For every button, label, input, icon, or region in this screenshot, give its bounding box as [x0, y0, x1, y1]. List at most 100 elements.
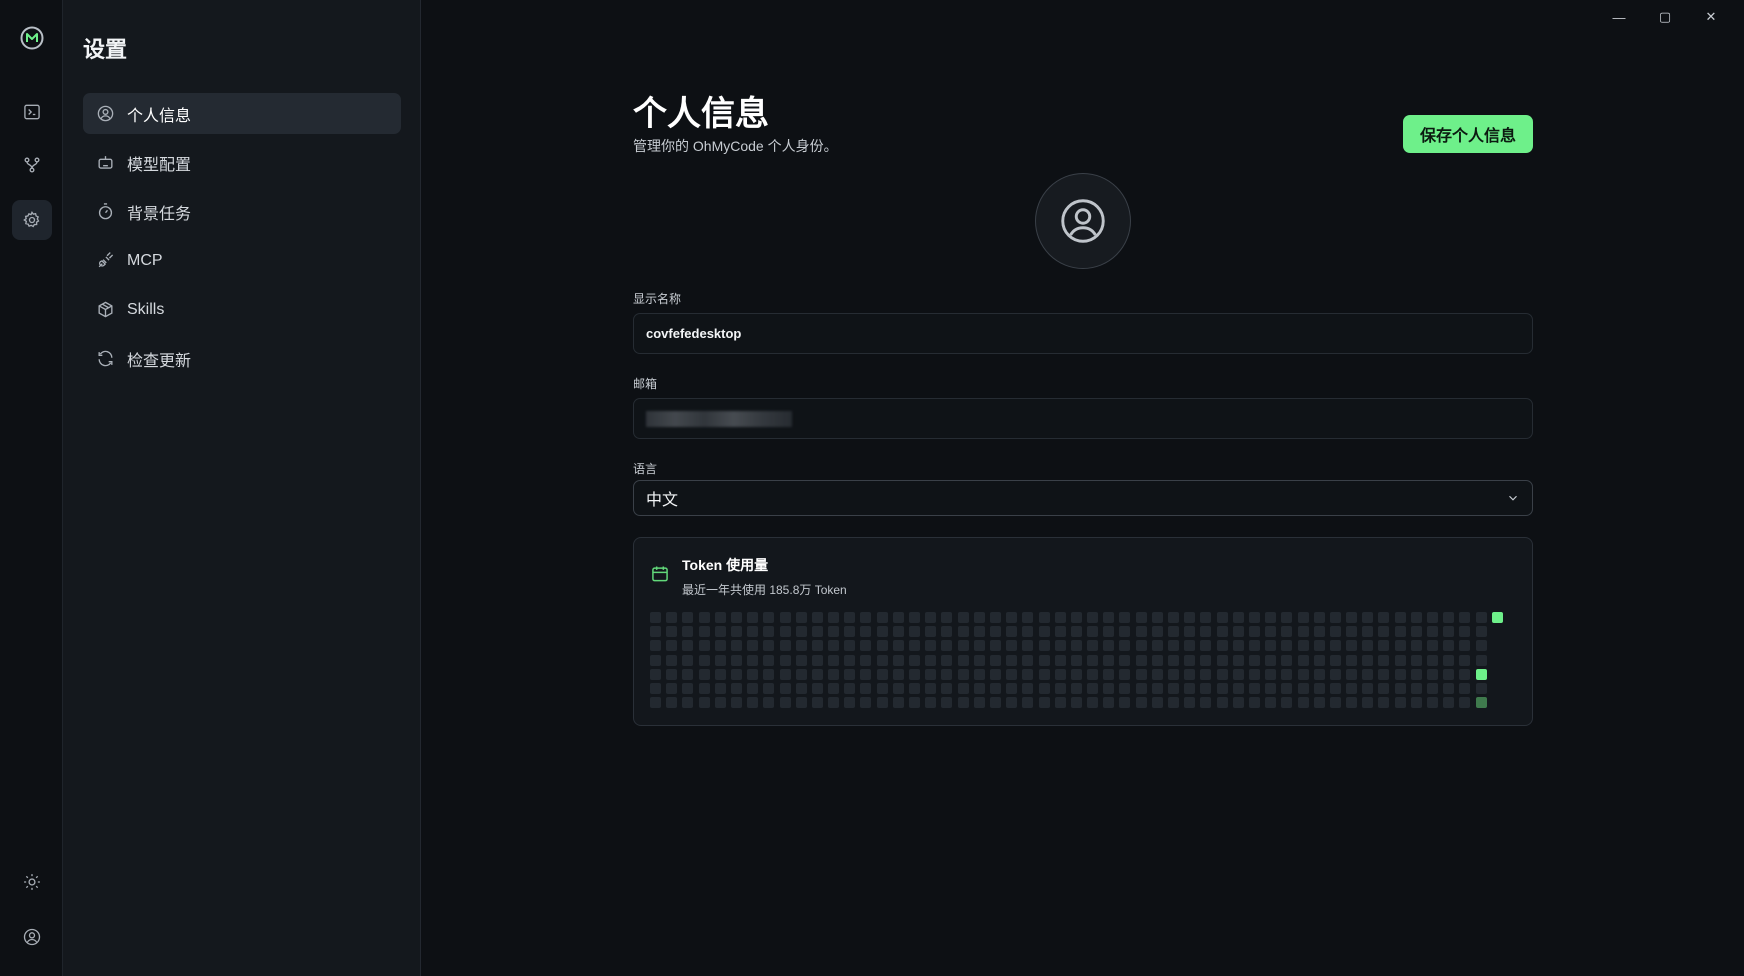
heatmap-cell [828, 697, 840, 709]
heatmap-cell [925, 682, 937, 694]
heatmap-cell [1216, 697, 1228, 709]
heatmap-cell [989, 640, 1001, 652]
heatmap-cell [1006, 668, 1018, 680]
heatmap-cell [795, 640, 807, 652]
heatmap-cell [1022, 697, 1034, 709]
heatmap-cell [1281, 682, 1293, 694]
heatmap-cell [1248, 612, 1260, 623]
heatmap-cell [1297, 682, 1309, 694]
heatmap-cell [1410, 697, 1422, 709]
heatmap-cell [763, 640, 775, 652]
heatmap-cell [666, 626, 678, 638]
heatmap-cell [1119, 612, 1131, 623]
rail-terminal-button[interactable] [12, 92, 52, 132]
heatmap-cell [1475, 626, 1487, 638]
display-name-field[interactable]: covfefedesktop [633, 313, 1533, 354]
heatmap-cell [1006, 697, 1018, 709]
heatmap-cell [1135, 654, 1147, 666]
heatmap-cell [714, 640, 726, 652]
heatmap-cell [1313, 612, 1325, 623]
rail-theme-button[interactable] [12, 862, 52, 902]
heatmap-cell [909, 668, 920, 680]
heatmap-cell [714, 612, 726, 623]
heatmap-cell [1410, 654, 1422, 666]
avatar[interactable] [1035, 173, 1131, 269]
heatmap-cell [1054, 668, 1066, 680]
heatmap-cell [1475, 668, 1487, 680]
rail-settings-button[interactable] [12, 200, 52, 240]
heatmap-cell [1475, 612, 1487, 623]
email-field[interactable] [633, 398, 1533, 439]
heatmap-cell [650, 682, 661, 694]
heatmap-cell [828, 682, 840, 694]
heatmap-cell [1248, 668, 1260, 680]
sidebar-item-background-tasks[interactable]: 背景任务 [83, 191, 401, 232]
settings-sidebar: 设置 个人信息 模型配置 背景任务 MCP Skills 检查更新 [63, 0, 421, 976]
heatmap-cell [892, 612, 904, 623]
git-branch-icon [24, 157, 40, 173]
heatmap-cell [1103, 626, 1115, 638]
heatmap-cell [1054, 640, 1066, 652]
heatmap-cell [1135, 682, 1147, 694]
heatmap-cell [989, 668, 1001, 680]
heatmap-cell [1200, 697, 1212, 709]
heatmap-cell [1297, 668, 1309, 680]
heatmap-cell [1394, 626, 1406, 638]
heatmap-cell [1022, 682, 1034, 694]
heatmap-cell [1200, 682, 1212, 694]
main-panel: — ▢ ✕ 个人信息 管理你的 OhMyCode 个人身份。 保存个人信息 显示… [421, 0, 1744, 976]
heatmap-cell [1362, 668, 1374, 680]
heatmap-cell [973, 682, 985, 694]
settings-nav: 个人信息 模型配置 背景任务 MCP Skills 检查更新 [83, 93, 401, 387]
sidebar-item-label: 背景任务 [127, 205, 192, 223]
heatmap-cell [1313, 697, 1325, 709]
heatmap-cell [1054, 654, 1066, 666]
heatmap-cell [1216, 612, 1228, 623]
heatmap-cell [1135, 626, 1147, 638]
heatmap-cell [1443, 640, 1455, 652]
heatmap-cell [1006, 682, 1018, 694]
rail-account-button[interactable] [12, 917, 52, 957]
heatmap-cell [1410, 640, 1422, 652]
heatmap-cell [1329, 697, 1341, 709]
heatmap-cell [763, 654, 775, 666]
sidebar-item-mcp[interactable]: MCP [83, 240, 401, 281]
sidebar-item-skills[interactable]: Skills [83, 289, 401, 330]
heatmap-cell [941, 612, 953, 623]
maximize-button[interactable]: ▢ [1642, 6, 1688, 28]
sidebar-item-check-updates[interactable]: 检查更新 [83, 338, 401, 379]
heatmap-cell [730, 612, 742, 623]
sidebar-item-profile[interactable]: 个人信息 [83, 93, 401, 134]
minimize-button[interactable]: — [1596, 6, 1642, 28]
heatmap-cell [844, 682, 856, 694]
heatmap-cell [682, 668, 694, 680]
heatmap-cell [892, 640, 904, 652]
close-button[interactable]: ✕ [1688, 6, 1734, 28]
save-profile-button[interactable]: 保存个人信息 [1403, 115, 1533, 153]
heatmap-cell [1459, 668, 1471, 680]
heatmap-cell [1006, 626, 1018, 638]
heatmap-cell [714, 697, 726, 709]
heatmap-cell [1087, 668, 1099, 680]
heatmap-cell [1362, 654, 1374, 666]
heatmap-cell [1475, 682, 1487, 694]
language-select[interactable]: 中文 [633, 480, 1533, 516]
heatmap-cell [747, 640, 759, 652]
heatmap-cell [941, 626, 953, 638]
heatmap-cell [1054, 697, 1066, 709]
heatmap-cell [1168, 697, 1179, 709]
heatmap-cell [698, 640, 710, 652]
heatmap-cell [1313, 640, 1325, 652]
heatmap-cell [941, 640, 953, 652]
heatmap-cell [714, 668, 726, 680]
heatmap-cell [1006, 612, 1018, 623]
heatmap-cell [1135, 612, 1147, 623]
heatmap-cell [1329, 668, 1341, 680]
sidebar-item-model-config[interactable]: 模型配置 [83, 142, 401, 183]
rail-git-button[interactable] [12, 145, 52, 185]
sidebar-item-label: 检查更新 [127, 352, 192, 370]
heatmap-cell [1135, 697, 1147, 709]
heatmap-cell [828, 640, 840, 652]
heatmap-cell [860, 654, 872, 666]
heatmap-cell [844, 612, 856, 623]
